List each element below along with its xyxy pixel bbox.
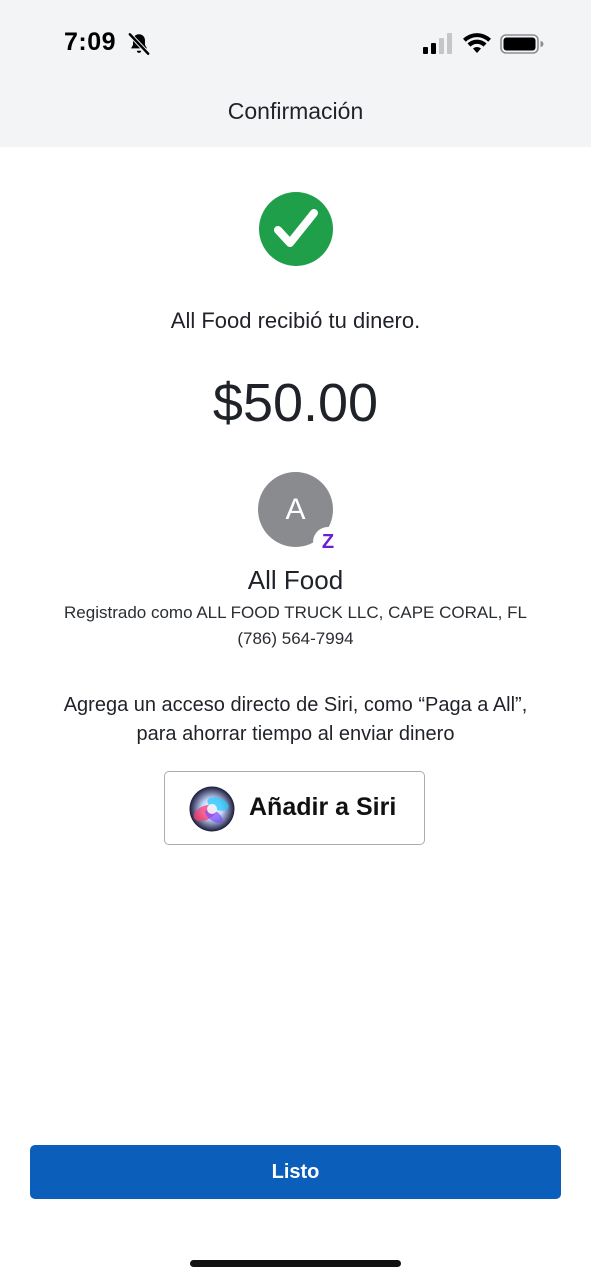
recipient-registered-as: Registrado como ALL FOOD TRUCK LLC, CAPE… <box>64 603 527 622</box>
siri-hint-line-1: Agrega un acceso directo de Siri, como “… <box>63 694 528 716</box>
add-to-siri-label: Añadir a Siri <box>249 793 397 821</box>
wifi-icon <box>463 33 491 53</box>
top-bar: 7:09 Confirmación <box>0 0 591 147</box>
zelle-z-icon: Z <box>313 527 343 557</box>
battery-icon <box>500 34 544 54</box>
confirmation-message: All Food recibió tu dinero. <box>170 308 421 333</box>
add-to-siri-button[interactable]: Añadir a Siri <box>164 771 425 845</box>
recipient-name: All Food <box>247 565 344 595</box>
status-time: 7:09 <box>64 28 117 56</box>
home-indicator[interactable] <box>190 1260 401 1267</box>
payment-amount: $50.00 <box>212 373 379 433</box>
page-title: Confirmación <box>227 98 364 124</box>
siri-shortcut-hint: Agrega un acceso directo de Siri, como “… <box>20 691 571 749</box>
siri-icon <box>189 786 235 832</box>
checkmark-circle-icon <box>259 192 333 266</box>
avatar-initial: A <box>285 492 306 526</box>
recipient-phone: (786) 564-7994 <box>237 629 354 648</box>
siri-hint-line-2: para ahorrar tiempo al enviar dinero <box>136 723 455 745</box>
done-button[interactable]: Listo <box>30 1145 561 1199</box>
cellular-signal-icon <box>423 33 452 54</box>
zelle-badge-text: Z <box>321 530 335 553</box>
bell-slash-icon <box>128 32 150 56</box>
